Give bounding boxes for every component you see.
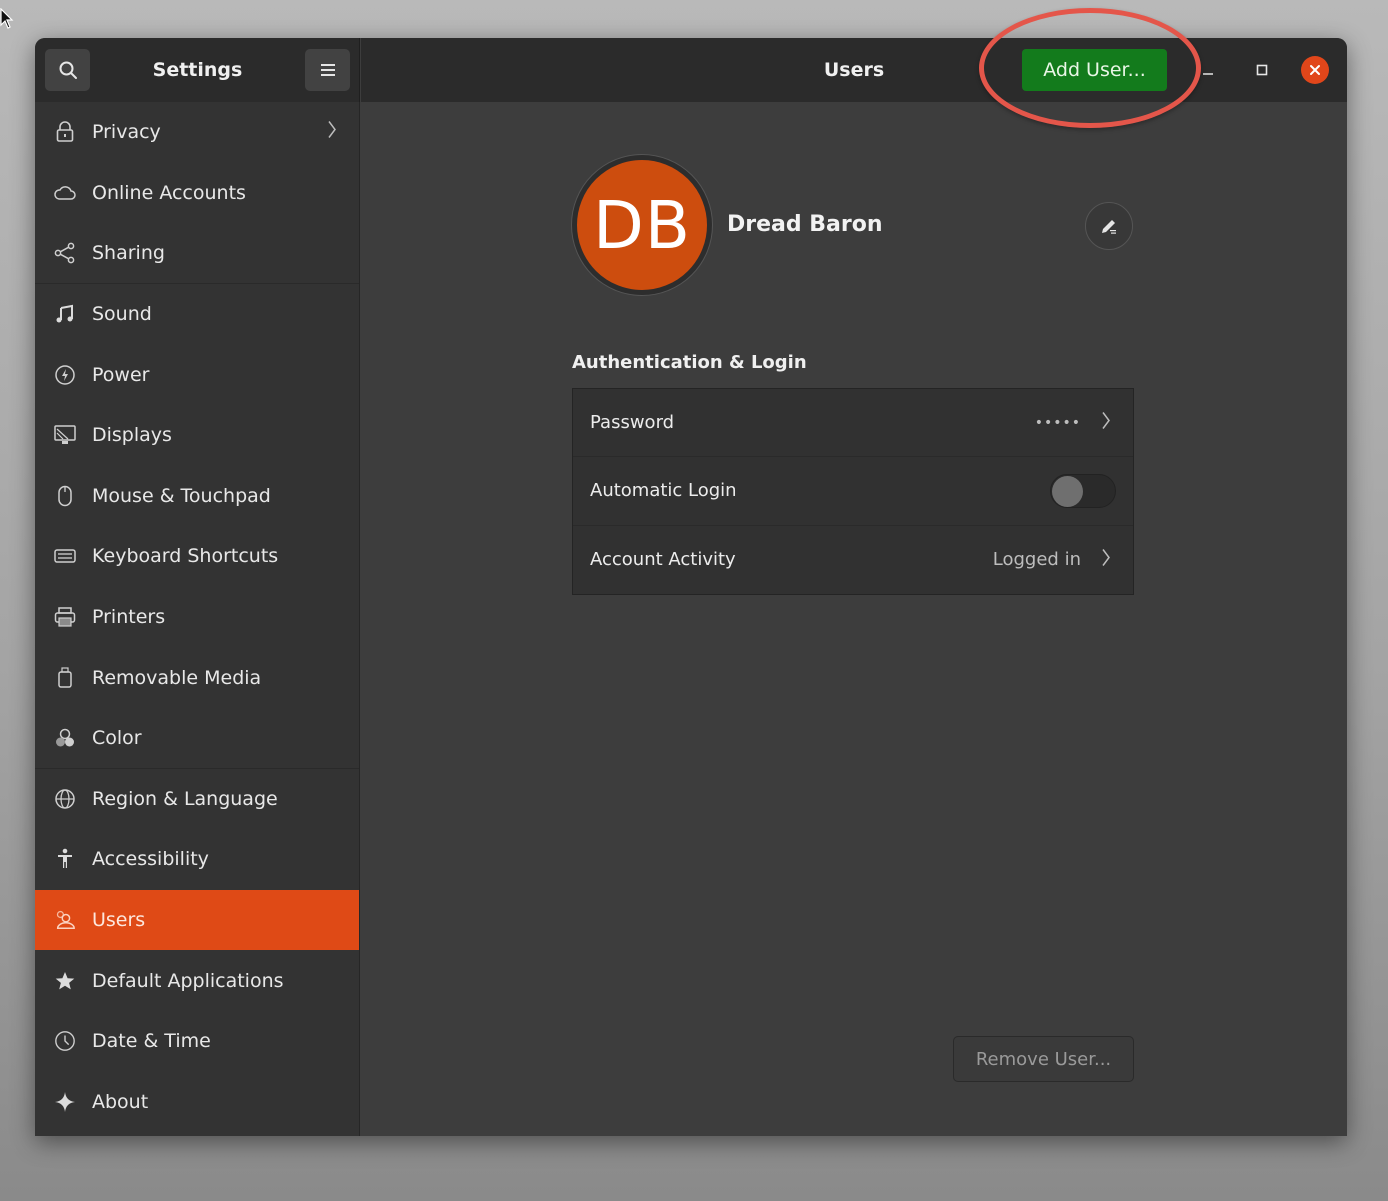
sidebar-item-sound[interactable]: Sound (35, 284, 359, 345)
settings-window: Settings Privacy Online Accounts Sharing… (35, 38, 1347, 1136)
maximize-button[interactable] (1248, 56, 1276, 84)
search-icon (59, 61, 77, 79)
sidebar-item-label: Privacy (92, 121, 161, 144)
password-row[interactable]: Password ••••• (573, 389, 1133, 458)
color-icon (54, 727, 76, 749)
lock-icon (54, 121, 76, 143)
chevron-right-icon (1101, 410, 1111, 435)
password-value: ••••• (1034, 414, 1081, 431)
sidebar-item-label: Date & Time (92, 1030, 211, 1053)
sidebar-item-label: Online Accounts (92, 181, 246, 204)
sidebar-item-label: Power (92, 363, 150, 386)
sidebar-item-label: Sharing (92, 241, 165, 264)
remove-user-button[interactable]: Remove User... (953, 1036, 1134, 1082)
mouse-cursor-icon (0, 8, 14, 29)
accessibility-icon (54, 848, 76, 870)
sidebar-item-printers[interactable]: Printers (35, 587, 359, 648)
mouse-icon (54, 485, 76, 507)
sidebar-item-about[interactable]: About (35, 1072, 359, 1133)
minimize-button[interactable] (1194, 56, 1222, 84)
users-panel: DB Dread Baron Authentication & Login Pa… (361, 102, 1347, 1136)
sidebar-item-label: Mouse & Touchpad (92, 484, 271, 507)
account-activity-value: Logged in (992, 549, 1081, 571)
avatar[interactable]: DB (572, 155, 712, 295)
users-icon (54, 909, 76, 931)
main-menu-button[interactable] (305, 49, 350, 91)
globe-icon (54, 788, 76, 810)
search-button[interactable] (45, 49, 90, 91)
sidebar-item-label: Users (92, 909, 146, 932)
close-icon (1310, 65, 1320, 75)
power-icon (54, 364, 76, 386)
sidebar-item-label: Displays (92, 424, 172, 447)
sidebar-item-online-accounts[interactable]: Online Accounts (35, 163, 359, 224)
sidebar-item-removable-media[interactable]: Removable Media (35, 647, 359, 708)
automatic-login-row: Automatic Login (573, 457, 1133, 526)
row-label: Password (590, 412, 675, 434)
sidebar: Privacy Online Accounts Sharing Sound Po… (35, 102, 360, 1136)
music-note-icon (54, 303, 76, 325)
printer-icon (54, 606, 76, 628)
row-label: Account Activity (590, 549, 736, 571)
sidebar-item-label: Region & Language (92, 787, 278, 810)
sidebar-item-sharing[interactable]: Sharing (35, 223, 359, 284)
auth-login-list: Password ••••• Automatic Login Account A… (572, 388, 1134, 595)
chevron-right-icon (327, 120, 337, 145)
sidebar-item-users[interactable]: Users (35, 889, 359, 951)
add-user-button[interactable]: Add User... (1022, 49, 1167, 91)
hamburger-menu-icon (320, 64, 335, 76)
close-button[interactable] (1301, 56, 1329, 84)
star-icon (54, 970, 76, 992)
sidebar-item-label: About (92, 1090, 149, 1113)
edit-name-button[interactable] (1085, 202, 1133, 250)
header-bar: Users Add User... (361, 38, 1347, 102)
minimize-icon (1203, 73, 1213, 75)
sidebar-header: Settings (35, 38, 360, 102)
maximize-icon (1256, 64, 1268, 76)
sidebar-item-label: Keyboard Shortcuts (92, 545, 279, 568)
toggle-knob (1052, 475, 1083, 507)
clock-icon (54, 1030, 76, 1052)
user-full-name: Dread Baron (727, 212, 883, 237)
sidebar-item-label: Accessibility (92, 848, 209, 871)
chevron-right-icon (1101, 547, 1111, 572)
sidebar-item-label: Sound (92, 303, 152, 326)
sidebar-item-label: Default Applications (92, 969, 284, 992)
sidebar-item-label: Removable Media (92, 666, 262, 689)
sparkle-icon (54, 1091, 76, 1113)
sidebar-item-power[interactable]: Power (35, 344, 359, 405)
account-activity-row[interactable]: Account Activity Logged in (573, 526, 1133, 594)
sidebar-item-displays[interactable]: Displays (35, 405, 359, 466)
automatic-login-toggle[interactable] (1050, 473, 1116, 508)
sidebar-item-label: Color (92, 726, 142, 749)
pencil-icon (1102, 220, 1116, 234)
sidebar-item-region-language[interactable]: Region & Language (35, 769, 359, 830)
sidebar-item-mouse-touchpad[interactable]: Mouse & Touchpad (35, 466, 359, 527)
share-icon (54, 242, 76, 264)
row-label: Automatic Login (590, 480, 737, 502)
cloud-icon (54, 182, 76, 204)
sidebar-item-label: Printers (92, 606, 166, 629)
sidebar-item-accessibility[interactable]: Accessibility (35, 829, 359, 890)
sidebar-item-privacy[interactable]: Privacy (35, 102, 359, 163)
display-icon (54, 424, 76, 446)
sidebar-item-keyboard-shortcuts[interactable]: Keyboard Shortcuts (35, 526, 359, 587)
usb-drive-icon (54, 667, 76, 689)
sidebar-item-color[interactable]: Color (35, 708, 359, 769)
sidebar-item-date-time[interactable]: Date & Time (35, 1011, 359, 1072)
keyboard-icon (54, 545, 76, 567)
section-title-auth: Authentication & Login (572, 352, 807, 373)
sidebar-item-default-applications[interactable]: Default Applications (35, 950, 359, 1011)
